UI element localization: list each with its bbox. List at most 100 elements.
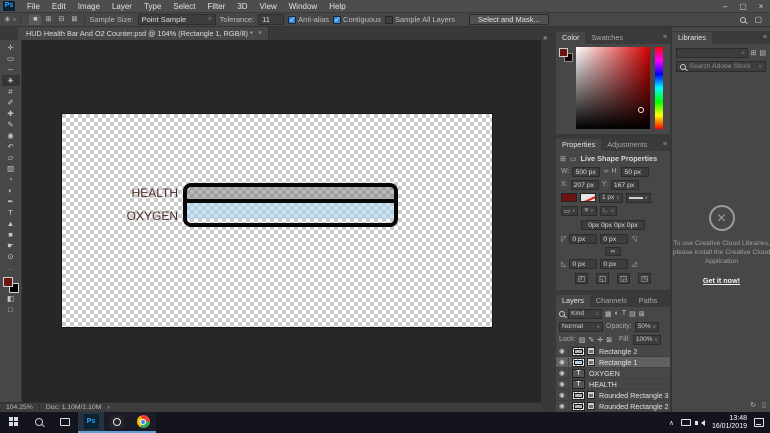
menu-item-window[interactable]: Window: [283, 0, 323, 13]
hud-bars[interactable]: [183, 183, 398, 227]
close-tab-icon[interactable]: ×: [258, 30, 262, 37]
tray-expand-chevron-icon[interactable]: ∧: [669, 419, 674, 427]
height-field[interactable]: 50 px: [621, 166, 650, 177]
filter-adjustment-icon[interactable]: ◐: [615, 310, 619, 317]
pen-tool[interactable]: ✒: [2, 196, 20, 207]
pathfinder-intersect-icon[interactable]: ◲: [617, 273, 630, 284]
menu-item-type[interactable]: Type: [138, 0, 167, 13]
visibility-eye-icon[interactable]: ◉: [556, 402, 569, 410]
stroke-color-swatch[interactable]: [580, 193, 596, 202]
visibility-eye-icon[interactable]: ◉: [556, 369, 569, 377]
canvas[interactable]: HEALTH OXYGEN: [62, 114, 492, 327]
stroke-align-dropdown[interactable]: ▭: [561, 205, 579, 216]
hue-slider[interactable]: [655, 47, 663, 129]
width-field[interactable]: 500 px: [572, 166, 601, 177]
zoom-tool[interactable]: ⊙: [2, 251, 20, 262]
screen-mode-icon[interactable]: □: [2, 304, 20, 315]
tab-libraries[interactable]: Libraries: [672, 32, 712, 44]
menu-item-3d[interactable]: 3D: [231, 0, 253, 13]
clone-stamp-tool[interactable]: ◉: [2, 130, 20, 141]
eraser-tool[interactable]: ▱: [2, 152, 20, 163]
crop-tool[interactable]: #: [2, 86, 20, 97]
quick-mask-icon[interactable]: ◧: [2, 293, 20, 304]
intersect-selection-icon[interactable]: ⊠: [68, 15, 80, 25]
menu-item-filter[interactable]: Filter: [202, 0, 232, 13]
menu-item-view[interactable]: View: [254, 0, 283, 13]
color-panel-menu-icon[interactable]: ≡: [663, 32, 670, 44]
blur-tool[interactable]: ◔: [2, 174, 20, 185]
lock-move-icon[interactable]: ✛: [597, 336, 603, 344]
select-and-mask-button[interactable]: Select and Mask...: [469, 14, 549, 25]
path-selection-tool[interactable]: ▲: [2, 218, 20, 229]
magic-wand-tool[interactable]: ✳: [1, 75, 20, 86]
blend-mode-dropdown[interactable]: Normal: [559, 321, 603, 332]
new-selection-icon[interactable]: ■: [29, 14, 42, 25]
menu-item-edit[interactable]: Edit: [46, 0, 72, 13]
grid-view-icon[interactable]: ⊞: [751, 49, 757, 57]
layer-row-rounded-rectangle-3[interactable]: ◉ Rounded Rectangle 3: [556, 390, 670, 401]
visibility-eye-icon[interactable]: ◉: [556, 391, 569, 399]
taskbar-chrome-button[interactable]: [130, 412, 156, 433]
layer-filter-dropdown[interactable]: Kind: [568, 308, 602, 319]
move-tool[interactable]: ✛: [2, 42, 20, 53]
link-radii-button[interactable]: ∞: [605, 246, 621, 256]
get-it-now-link[interactable]: Get it now!: [703, 276, 740, 285]
current-tool-badge[interactable]: ✳ ∨: [4, 15, 22, 24]
visibility-eye-icon[interactable]: ◉: [556, 347, 569, 355]
layer-row-oxygen[interactable]: ◉ T OXYGEN: [556, 368, 670, 379]
minimize-button[interactable]: –: [716, 0, 734, 13]
tab-properties[interactable]: Properties: [556, 139, 602, 151]
filter-type-icon[interactable]: T: [622, 310, 626, 317]
menu-item-layer[interactable]: Layer: [106, 0, 138, 13]
lasso-tool[interactable]: ∽: [2, 64, 20, 75]
edit-toolbar-icon[interactable]: …: [2, 262, 20, 273]
corner-tr-field[interactable]: 0 px: [600, 233, 629, 244]
foreground-color-swatch[interactable]: [2, 277, 13, 287]
pathfinder-exclude-icon[interactable]: ◳: [638, 273, 651, 284]
library-select-dropdown[interactable]: [676, 48, 748, 58]
saturation-picker[interactable]: [576, 47, 650, 129]
properties-panel-menu-icon[interactable]: ≡: [663, 139, 670, 151]
workspace-switcher-icon[interactable]: ▢: [754, 15, 762, 24]
list-view-icon[interactable]: ▤: [759, 49, 766, 57]
layer-row-rectangle-1[interactable]: ◉ Rectangle 1: [556, 357, 670, 368]
corner-br-field[interactable]: 0 px: [600, 258, 629, 269]
hand-tool[interactable]: ☛: [2, 240, 20, 251]
layer-row-rounded-rectangle-2[interactable]: ◉ Rounded Rectangle 2: [556, 401, 670, 412]
stroke-width-dropdown[interactable]: 1 px: [599, 192, 623, 203]
x-field[interactable]: 207 px: [570, 179, 599, 190]
taskbar-clock[interactable]: 13:48 16/01/2019: [712, 415, 747, 431]
menu-item-help[interactable]: Help: [323, 0, 351, 13]
gradient-tool[interactable]: ▧: [2, 163, 20, 174]
taskbar-photoshop-button[interactable]: Ps: [78, 412, 104, 433]
type-tool[interactable]: T: [2, 207, 20, 218]
fill-color-swatch[interactable]: [561, 193, 577, 202]
sync-icon[interactable]: ↻: [750, 401, 756, 409]
tab-adjustments[interactable]: Adjustments: [601, 139, 653, 151]
delete-icon[interactable]: ▯: [762, 401, 766, 409]
pathfinder-subtract-icon[interactable]: ◱: [596, 273, 609, 284]
dodge-tool[interactable]: ◐: [2, 185, 20, 196]
taskbar-search-button[interactable]: [26, 412, 52, 433]
lock-paint-icon[interactable]: ✎: [588, 336, 594, 344]
eyedropper-tool[interactable]: ✐: [2, 97, 20, 108]
tolerance-input[interactable]: 11: [258, 14, 285, 25]
y-field[interactable]: 167 px: [610, 179, 639, 190]
task-view-button[interactable]: [52, 412, 78, 433]
brush-tool[interactable]: ✎: [2, 119, 20, 130]
filter-shape-icon[interactable]: ▤: [629, 310, 636, 318]
tab-color[interactable]: Color: [556, 32, 586, 44]
visibility-eye-icon[interactable]: ◉: [556, 380, 569, 388]
search-icon[interactable]: [740, 16, 747, 23]
network-display-icon[interactable]: [680, 419, 691, 426]
menu-item-image[interactable]: Image: [72, 0, 106, 13]
tab-paths[interactable]: Paths: [633, 295, 664, 307]
start-button[interactable]: [0, 412, 26, 433]
subtract-selection-icon[interactable]: ⊟: [55, 15, 67, 25]
tab-channels[interactable]: Channels: [590, 295, 633, 307]
document-tab[interactable]: HUD Health Bar And O2 Counter.psd @ 104%…: [18, 27, 269, 40]
stroke-style-dropdown[interactable]: [625, 192, 651, 203]
collapse-panels-icon[interactable]: »: [543, 33, 547, 42]
sample-size-dropdown[interactable]: Point Sample: [137, 14, 216, 25]
restore-button[interactable]: ▢: [734, 0, 752, 13]
